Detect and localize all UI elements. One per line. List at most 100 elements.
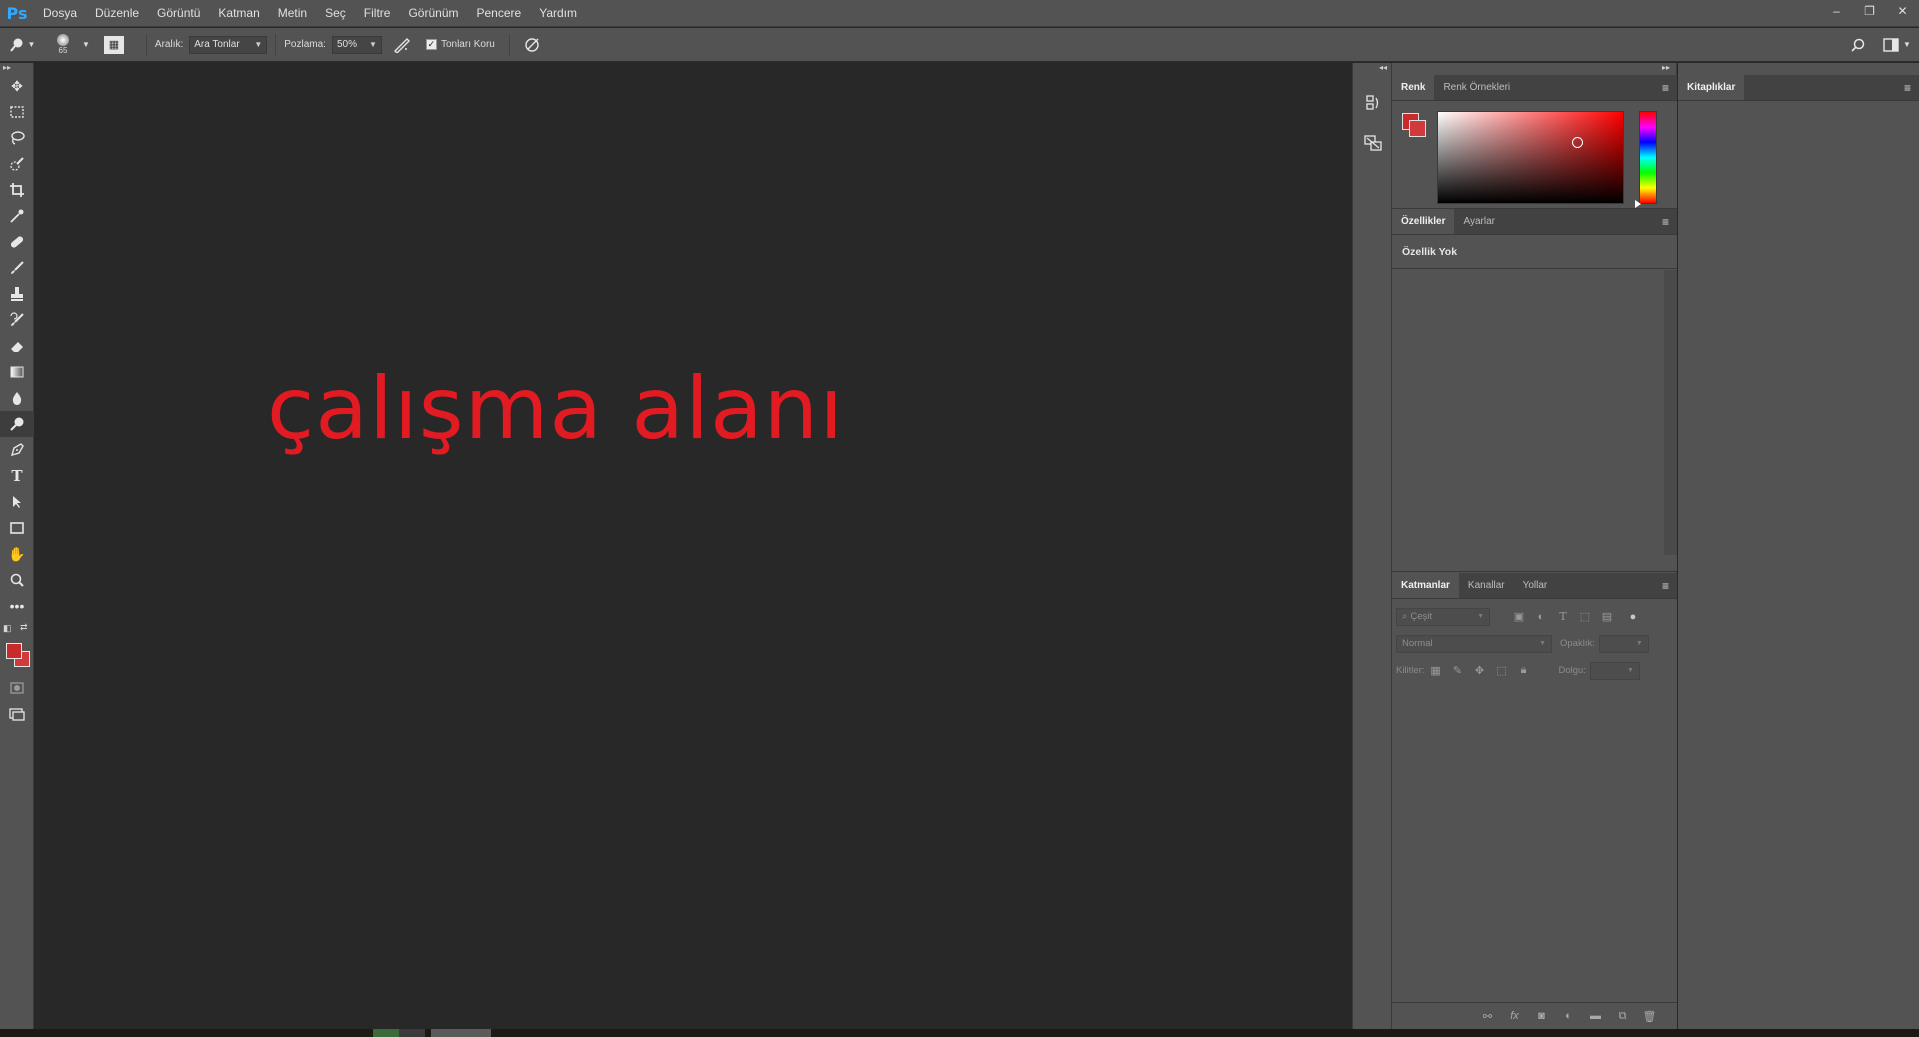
zoom-tool[interactable]	[0, 567, 34, 593]
clone-stamp-tool[interactable]	[0, 281, 34, 307]
blur-tool[interactable]	[0, 385, 34, 411]
lock-artboard-icon[interactable]: ⬚	[1491, 662, 1513, 680]
path-selection-tool[interactable]	[0, 489, 34, 515]
adjustment-layer-icon[interactable]: ◐	[1555, 1006, 1582, 1026]
menu-type[interactable]: Metin	[269, 0, 316, 27]
airbrush-toggle[interactable]	[382, 37, 422, 53]
menu-edit[interactable]: Düzenle	[86, 0, 148, 27]
filter-toggle-icon[interactable]: ●	[1622, 608, 1644, 626]
new-layer-icon[interactable]: ⧉	[1609, 1006, 1636, 1026]
tool-preset-picker[interactable]: ▼	[0, 37, 44, 53]
chevron-down-icon[interactable]: ▼	[82, 40, 90, 49]
move-tool[interactable]: ✥	[0, 73, 34, 99]
protect-tones-checkbox[interactable]: ✓ Tonları Koru	[425, 39, 501, 50]
delete-layer-icon[interactable]: 🗑︎	[1636, 1006, 1663, 1026]
taskbar-item[interactable]	[399, 1029, 425, 1037]
panel-menu-icon[interactable]: ≡	[1654, 573, 1677, 598]
menu-file[interactable]: Dosya	[34, 0, 86, 27]
adjustment-filter-icon[interactable]: ◐	[1530, 608, 1552, 626]
shape-filter-icon[interactable]: ⬚	[1574, 608, 1596, 626]
pressure-size-toggle[interactable]	[518, 37, 546, 53]
tab-layers[interactable]: Katmanlar	[1392, 573, 1459, 598]
brush-tool[interactable]	[0, 255, 34, 281]
character-panel-button[interactable]	[1353, 123, 1393, 163]
crop-tool[interactable]	[0, 177, 34, 203]
hue-marker-icon[interactable]	[1635, 200, 1641, 208]
quick-mask-toggle[interactable]	[0, 675, 34, 701]
color-saturation-field[interactable]	[1437, 111, 1624, 204]
menu-layer[interactable]: Katman	[209, 0, 268, 27]
marquee-tool[interactable]	[0, 99, 34, 125]
menu-window[interactable]: Pencere	[468, 0, 531, 27]
tab-channels[interactable]: Kanallar	[1459, 573, 1514, 598]
panel-menu-icon[interactable]: ≡	[1896, 75, 1919, 100]
swap-colors-icon[interactable]: ⇄	[20, 622, 28, 633]
minimize-button[interactable]: –	[1820, 0, 1853, 22]
brush-size-picker[interactable]: 65	[44, 34, 82, 55]
menu-image[interactable]: Görüntü	[148, 0, 209, 27]
panel-menu-icon[interactable]: ≡	[1654, 75, 1677, 100]
hand-tool[interactable]: ✋	[0, 541, 34, 567]
more-tools[interactable]: •••	[0, 593, 34, 619]
layer-filter-select[interactable]: ⌕ Çeşit ▼	[1396, 607, 1490, 626]
taskbar-item[interactable]	[431, 1029, 491, 1037]
restore-button[interactable]: ❐	[1853, 0, 1886, 22]
collapse-icon[interactable]: ▸▸	[1392, 63, 1676, 75]
menu-help[interactable]: Yardım	[530, 0, 586, 27]
fill-input[interactable]: ▼	[1589, 661, 1640, 680]
lock-image-icon[interactable]: ✎	[1447, 662, 1469, 680]
lock-all-icon[interactable]: 🔒︎	[1513, 662, 1535, 680]
foreground-color-swatch[interactable]	[6, 643, 22, 659]
menu-view[interactable]: Görünüm	[399, 0, 467, 27]
new-group-icon[interactable]: ▬	[1582, 1006, 1609, 1026]
eraser-tool[interactable]	[0, 333, 34, 359]
rectangle-tool[interactable]	[0, 515, 34, 541]
gradient-tool[interactable]	[0, 359, 34, 385]
tab-color[interactable]: Renk	[1392, 75, 1435, 100]
tab-properties[interactable]: Özellikler	[1392, 209, 1455, 234]
exposure-input[interactable]: 50% ▼	[331, 35, 382, 54]
tab-paths[interactable]: Yollar	[1514, 573, 1557, 598]
collapse-icon[interactable]: ◂◂	[1353, 63, 1391, 75]
dodge-tool[interactable]	[0, 411, 34, 437]
document-workspace[interactable]: çalışma alanı	[34, 63, 1352, 1029]
blend-mode-select[interactable]: Normal ▼	[1396, 634, 1552, 653]
type-filter-icon[interactable]: T	[1552, 608, 1574, 626]
lasso-tool[interactable]	[0, 125, 34, 151]
quick-selection-tool[interactable]	[0, 151, 34, 177]
image-filter-icon[interactable]: ▣	[1508, 608, 1530, 626]
collapse-icon[interactable]: ▸▸	[0, 63, 33, 73]
color-swatches[interactable]	[0, 641, 33, 675]
workspace-switcher[interactable]: ▼	[1875, 37, 1919, 52]
search-button[interactable]	[1841, 38, 1875, 52]
background-color-swatch[interactable]	[1409, 120, 1426, 137]
lock-position-icon[interactable]: ✥	[1469, 662, 1491, 680]
default-colors-icon[interactable]: ◧	[3, 623, 12, 634]
tab-adjustments[interactable]: Ayarlar	[1454, 209, 1504, 234]
menu-select[interactable]: Seç	[316, 0, 355, 27]
screen-mode-toggle[interactable]	[0, 701, 34, 727]
lock-transparent-icon[interactable]: ▦	[1425, 662, 1447, 680]
eyedropper-tool[interactable]	[0, 203, 34, 229]
tab-swatches[interactable]: Renk Örnekleri	[1434, 75, 1519, 100]
add-mask-icon[interactable]: ◙	[1528, 1006, 1555, 1026]
brush-panel-toggle[interactable]: ▦	[103, 35, 124, 54]
history-panel-button[interactable]	[1353, 83, 1393, 123]
type-tool[interactable]: T	[0, 463, 34, 489]
panel-menu-icon[interactable]: ≡	[1654, 209, 1677, 234]
layer-style-icon[interactable]: fx	[1501, 1006, 1528, 1026]
menu-filter[interactable]: Filtre	[355, 0, 400, 27]
smart-object-filter-icon[interactable]: ▤	[1596, 608, 1618, 626]
link-layers-icon[interactable]: ⚯	[1474, 1006, 1501, 1026]
taskbar-item[interactable]	[373, 1029, 399, 1037]
hue-slider[interactable]	[1639, 111, 1657, 204]
opacity-input[interactable]: ▼	[1598, 634, 1649, 653]
pen-tool[interactable]	[0, 437, 34, 463]
properties-scrollbar[interactable]	[1664, 270, 1677, 555]
tab-libraries[interactable]: Kitaplıklar	[1678, 75, 1745, 100]
close-button[interactable]: ✕	[1886, 0, 1919, 22]
range-select[interactable]: Ara Tonlar ▼	[189, 35, 268, 54]
healing-brush-tool[interactable]	[0, 229, 34, 255]
color-picker-handle[interactable]	[1572, 137, 1583, 148]
history-brush-tool[interactable]	[0, 307, 34, 333]
